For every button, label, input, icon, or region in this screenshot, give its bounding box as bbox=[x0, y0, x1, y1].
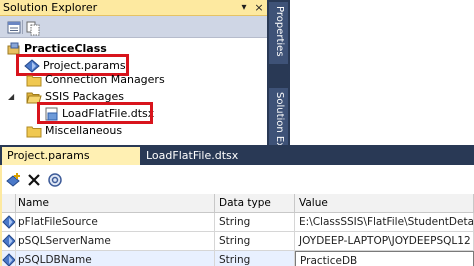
tab-loadflatfile-design[interactable]: LoadFlatFile.dtsx [Design] bbox=[141, 147, 271, 179]
tab-project-params-design[interactable]: Project.params [Design] bbox=[2, 147, 140, 179]
table-row[interactable]: pFlatFileSource String E:\ClassSSIS\Flat… bbox=[2, 213, 474, 232]
connection-managers-label: Connection Managers bbox=[45, 73, 165, 86]
miscellaneous-label: Miscellaneous bbox=[45, 124, 123, 137]
param-value-editor[interactable]: PracticeDB bbox=[295, 251, 474, 266]
show-all-files-icon[interactable] bbox=[24, 19, 40, 36]
column-header-data-type[interactable]: Data type bbox=[215, 194, 295, 213]
side-tab-solution-explorer[interactable]: Solution Ex bbox=[269, 88, 288, 149]
close-icon[interactable]: × bbox=[253, 1, 265, 14]
delete-parameter-icon[interactable] bbox=[26, 172, 42, 188]
empty-area bbox=[290, 0, 474, 145]
side-tab-properties[interactable]: Properties bbox=[269, 2, 288, 64]
param-name-cell[interactable]: pFlatFileSource bbox=[16, 213, 215, 232]
pin-dropdown-icon[interactable]: ▾ bbox=[238, 1, 250, 14]
add-to-config-icon[interactable] bbox=[47, 172, 63, 188]
params-toolbar bbox=[2, 165, 474, 194]
solution-explorer-panel: Solution Explorer ▾ × PracticeClass Proj… bbox=[0, 0, 267, 145]
grid-header-row: Name Data type Value bbox=[2, 194, 474, 213]
table-row[interactable]: pSQLServerName String JOYDEEP-LAPTOP\JOY… bbox=[2, 232, 474, 251]
table-row-selected[interactable]: pSQLDBName String PracticeDB bbox=[2, 251, 474, 266]
parameter-row-icon bbox=[2, 213, 16, 232]
param-type-cell[interactable]: String bbox=[215, 251, 295, 266]
column-header-name[interactable]: Name bbox=[16, 194, 215, 213]
param-type-cell[interactable]: String bbox=[215, 232, 295, 251]
folder-icon bbox=[26, 73, 42, 87]
tree-node-connection-managers[interactable]: Connection Managers bbox=[26, 72, 166, 88]
parameter-row-icon bbox=[2, 232, 16, 251]
param-value-cell[interactable]: JOYDEEP-LAPTOP\JOYDEEPSQL12 bbox=[295, 232, 474, 251]
param-name-cell[interactable]: pSQLDBName bbox=[16, 251, 215, 266]
param-name-cell[interactable]: pSQLServerName bbox=[16, 232, 215, 251]
header-icon-cell bbox=[2, 194, 16, 213]
expander-open-icon[interactable]: ◢ bbox=[8, 89, 14, 105]
toolbar-separator bbox=[22, 20, 23, 34]
parameter-row-icon bbox=[2, 251, 16, 266]
side-tab-properties-label: Properties bbox=[274, 6, 285, 57]
solution-tree: PracticeClass Project.params Connection … bbox=[0, 38, 267, 145]
side-tab-solution-explorer-label: Solution Ex bbox=[274, 92, 285, 149]
folder-icon bbox=[26, 124, 42, 138]
properties-icon[interactable] bbox=[5, 19, 21, 35]
tree-node-miscellaneous[interactable]: Miscellaneous bbox=[26, 123, 146, 139]
column-header-value[interactable]: Value bbox=[295, 194, 474, 213]
solution-explorer-title: Solution Explorer bbox=[0, 0, 267, 16]
side-tool-strip: Properties Solution Ex bbox=[267, 0, 290, 149]
highlight-box-package bbox=[37, 102, 153, 124]
parameters-grid: Name Data type Value pFlatFileSource Str… bbox=[2, 194, 474, 266]
document-tab-bar: Project.params [Design] LoadFlatFile.dts… bbox=[0, 145, 474, 179]
param-value-cell[interactable]: E:\ClassSSIS\FlatFile\StudentDetails.txt bbox=[295, 213, 474, 232]
param-type-cell[interactable]: String bbox=[215, 213, 295, 232]
add-parameter-icon[interactable] bbox=[6, 172, 22, 188]
solution-explorer-toolbar bbox=[0, 16, 267, 38]
